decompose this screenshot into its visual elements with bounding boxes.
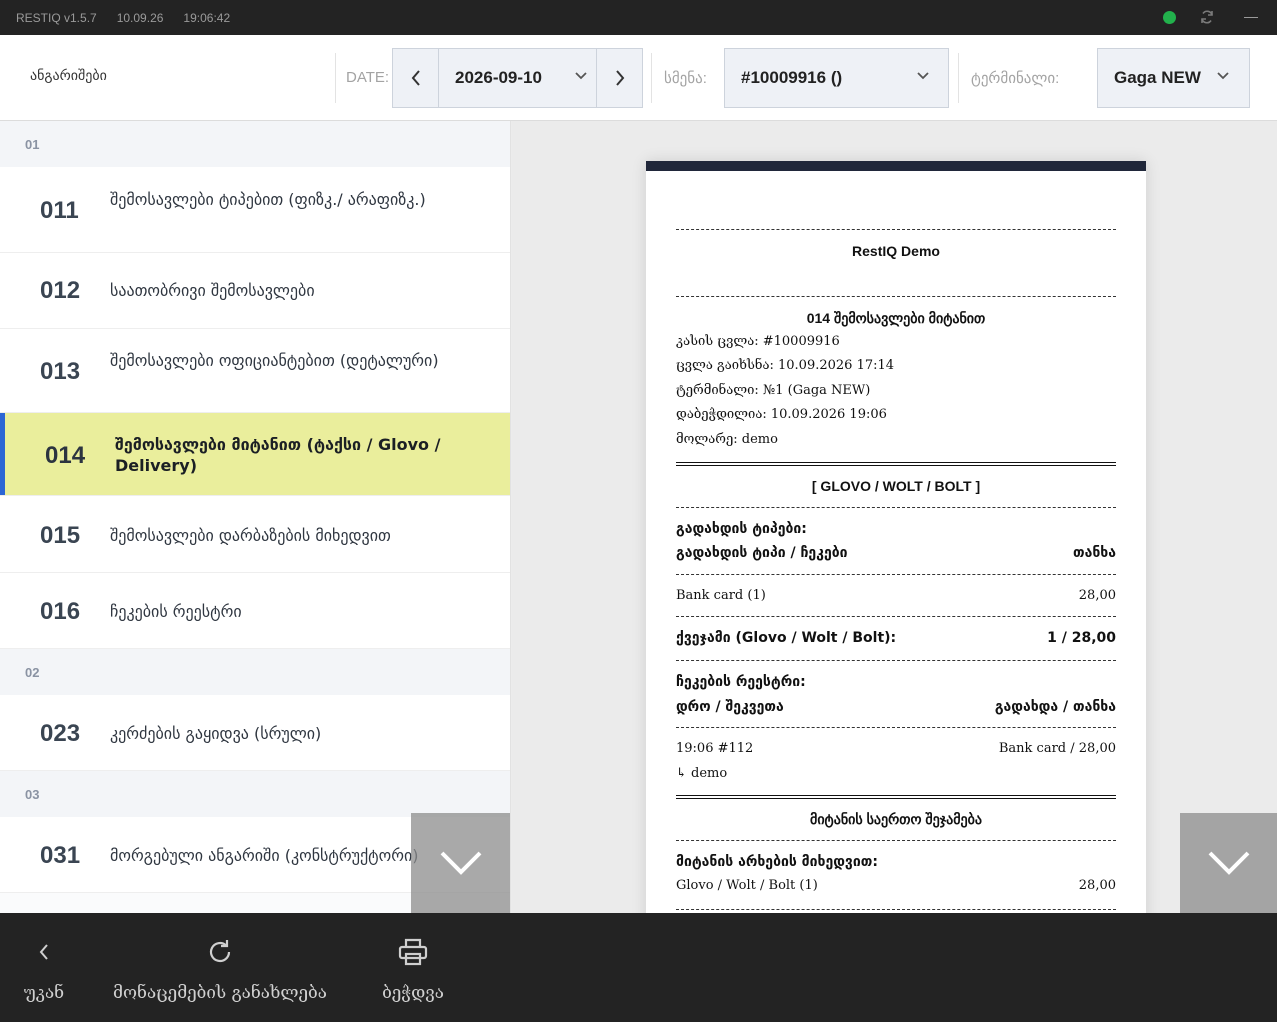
chevron-down-icon bbox=[917, 72, 929, 80]
chevron-down-icon[interactable] bbox=[574, 71, 588, 81]
summary-title: მიტანის საერთო შეჯამება bbox=[810, 811, 982, 827]
report-code: 014 bbox=[45, 442, 86, 469]
report-item-014[interactable]: 014 შემოსავლები მიტანით (ტაქსი / Glovo /… bbox=[0, 413, 510, 496]
report-item-023[interactable]: 023 კერძების გაყიდვა (სრული) bbox=[0, 695, 510, 771]
chevron-left-icon bbox=[39, 944, 48, 960]
back-label: უკან bbox=[23, 983, 65, 1003]
receipt-paper: RestIQ Demo 014 შემოსავლები მიტანით კასი… bbox=[646, 161, 1146, 913]
connection-status-icon bbox=[1163, 11, 1176, 24]
report-list[interactable]: 01 011 შემოსავლები ტიპებით (ფიზკ./ არაფი… bbox=[0, 121, 511, 913]
report-name: ჩეკების რეესტრი bbox=[110, 602, 242, 621]
report-item-012[interactable]: 012 საათობრივი შემოსავლები bbox=[0, 253, 510, 329]
payment-header: გადახდის ტიპი / ჩეკები თანხა bbox=[676, 545, 1116, 561]
channel-row: Glovo / Wolt / Bolt (1) 28,00 bbox=[676, 878, 1116, 893]
section-header: 02 bbox=[0, 649, 510, 695]
report-code: 013 bbox=[40, 358, 81, 385]
report-item-015[interactable]: 015 შემოსავლები დარბაზების მიხედვით bbox=[0, 496, 510, 573]
date-value[interactable]: 2026-09-10 bbox=[455, 68, 542, 88]
scroll-down-button[interactable] bbox=[1180, 813, 1277, 913]
receipt-opened: ცვლა გაიხსნა: 10.09.2026 17:14 bbox=[676, 358, 895, 373]
date-label: DATE: bbox=[346, 69, 390, 86]
printer-icon bbox=[398, 938, 428, 966]
report-code: 031 bbox=[40, 842, 81, 869]
chevron-down-icon bbox=[1217, 72, 1229, 80]
receipt-cashier: მოლარე: demo bbox=[676, 432, 778, 447]
chevron-down-icon bbox=[440, 851, 482, 875]
print-label: ბეჭდვა bbox=[382, 983, 444, 1003]
sync-icon[interactable] bbox=[1199, 9, 1215, 25]
scroll-down-button[interactable] bbox=[411, 813, 510, 913]
bottom-toolbar: უკან მონაცემების განახლება ბეჭდვა bbox=[0, 913, 1277, 1022]
checks-header: დრო / შეკვეთა გადახდა / თანხა bbox=[676, 699, 1116, 715]
receipt-shift: კასის ცვლა: #10009916 bbox=[676, 334, 840, 349]
shift-label: სმენა: bbox=[664, 70, 707, 87]
report-name: შემოსავლები ოფიციანტებით (დეტალური) bbox=[110, 351, 439, 370]
report-code: 012 bbox=[40, 277, 81, 304]
date-picker[interactable]: 2026-09-10 bbox=[392, 48, 643, 108]
app-version: RESTIQ v1.5.7 bbox=[16, 10, 97, 25]
topbar-date: 10.09.26 bbox=[116, 10, 164, 25]
report-item-011[interactable]: 011 შემოსავლები ტიპებით (ფიზკ./ არაფიზკ.… bbox=[0, 167, 510, 253]
channels-label: მიტანის არხების მიხედვით: bbox=[676, 854, 878, 870]
report-name: საათობრივი შემოსავლები bbox=[110, 281, 315, 300]
payment-types-label: გადახდის ტიპები: bbox=[676, 521, 807, 537]
checks-label: ჩეკების რეესტრი: bbox=[676, 674, 806, 690]
page-title: ანგარიშები bbox=[30, 68, 107, 84]
terminal-value: Gaga NEW bbox=[1114, 68, 1201, 87]
minimize-button[interactable] bbox=[1244, 17, 1258, 18]
report-header: ანგარიშები DATE: 2026-09-10 სმენა: #1000… bbox=[0, 35, 1277, 121]
report-name: შემოსავლები მიტანით (ტაქსი / Glovo / Del… bbox=[115, 435, 441, 475]
report-name: კერძების გაყიდვა (სრული) bbox=[110, 724, 322, 743]
report-item-016[interactable]: 016 ჩეკების რეესტრი bbox=[0, 573, 510, 649]
report-code: 023 bbox=[40, 720, 81, 747]
refresh-data-button[interactable]: მონაცემების განახლება bbox=[104, 913, 336, 1022]
shift-value: #10009916 () bbox=[741, 68, 843, 87]
receipt-terminal: ტერმინალი: №1 (Gaga NEW) bbox=[676, 383, 871, 398]
subtotal-row: ქვეჯამი (Glovo / Wolt / Bolt): 1 / 28,00 bbox=[676, 630, 1116, 646]
title-bar: RESTIQ v1.5.7 10.09.26 19:06:42 bbox=[0, 0, 1277, 35]
receipt-printed: დაბეჭდილია: 10.09.2026 19:06 bbox=[676, 407, 887, 422]
company-name: RestIQ Demo bbox=[852, 243, 940, 259]
shift-select[interactable]: #10009916 () bbox=[724, 48, 949, 108]
group-title: [ GLOVO / WOLT / BOLT ] bbox=[811, 478, 981, 494]
terminal-label: ტერმინალი: bbox=[971, 70, 1060, 87]
report-code: 011 bbox=[40, 197, 79, 224]
topbar-time: 19:06:42 bbox=[183, 10, 231, 25]
report-item-013[interactable]: 013 შემოსავლები ოფიციანტებით (დეტალური) bbox=[0, 329, 510, 413]
check-row: 19:06 #112 Bank card / 28,00 bbox=[676, 741, 1116, 756]
report-code: 016 bbox=[40, 598, 81, 625]
next-date-button[interactable] bbox=[596, 49, 642, 107]
section-header: 01 bbox=[0, 121, 510, 167]
chevron-right-icon bbox=[615, 70, 624, 86]
terminal-select[interactable]: Gaga NEW bbox=[1097, 48, 1250, 108]
receipt-preview[interactable]: RestIQ Demo 014 შემოსავლები მიტანით კასი… bbox=[512, 121, 1277, 913]
chevron-left-icon bbox=[411, 70, 420, 86]
report-name: მორგებული ანგარიში (კონსტრუქტორი) bbox=[110, 846, 419, 865]
active-indicator bbox=[0, 413, 5, 495]
report-title: 014 შემოსავლები მიტანით bbox=[806, 310, 986, 326]
back-button[interactable]: უკან bbox=[14, 913, 74, 1022]
check-row-operator: ↳ demo bbox=[676, 766, 728, 781]
report-code: 015 bbox=[40, 522, 81, 549]
refresh-label: მონაცემების განახლება bbox=[113, 983, 327, 1003]
payment-row: Bank card (1) 28,00 bbox=[676, 588, 1116, 603]
report-name: შემოსავლები დარბაზების მიხედვით bbox=[110, 526, 391, 545]
section-header: 03 bbox=[0, 771, 510, 817]
chevron-down-icon bbox=[1208, 851, 1249, 875]
report-name: შემოსავლები ტიპებით (ფიზკ./ არაფიზკ.) bbox=[110, 190, 426, 209]
refresh-icon bbox=[209, 940, 231, 963]
previous-date-button[interactable] bbox=[393, 49, 439, 107]
print-button[interactable]: ბეჭდვა bbox=[378, 913, 448, 1022]
